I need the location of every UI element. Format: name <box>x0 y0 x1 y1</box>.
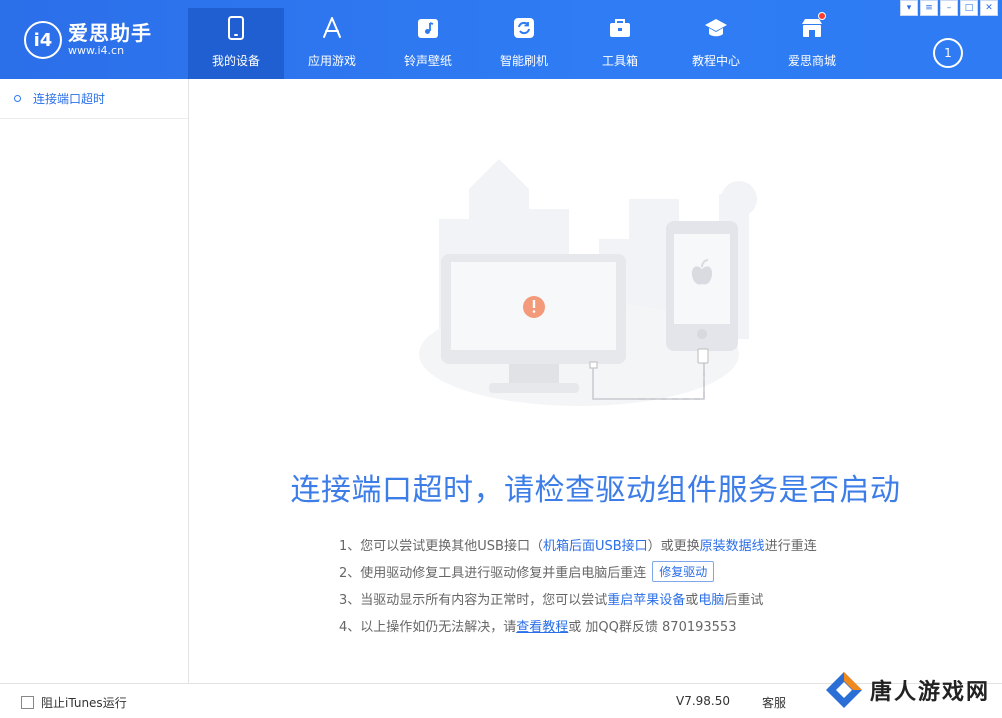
app-window: i4 爱思助手 www.i4.cn 我的设备 应用游戏 铃声壁纸 智能刷机 工具… <box>0 0 1002 718</box>
nav-shop[interactable]: 爱思商城 <box>764 8 860 79</box>
app-store-icon <box>320 16 344 40</box>
step-2: 2、使用驱动修复工具进行驱动修复并重启电脑后重连 修复驱动 <box>339 558 959 585</box>
restart-computer-link[interactable]: 电脑 <box>698 589 724 608</box>
download-count-badge[interactable]: 1 <box>933 38 963 68</box>
checkbox-icon[interactable] <box>21 696 34 709</box>
original-cable-link[interactable]: 原装数据线 <box>700 535 765 554</box>
app-logo: i4 爱思助手 www.i4.cn <box>24 18 152 62</box>
graduation-cap-icon <box>704 16 728 40</box>
nav-ringtones-wallpapers[interactable]: 铃声壁纸 <box>380 8 476 79</box>
step-1: 1、您可以尝试更换其他USB接口（ 机箱后面USB接口 ）或更换 原装数据线 进… <box>339 531 959 558</box>
close-button[interactable]: ✕ <box>980 0 998 16</box>
step-4: 4、以上操作如仍无法解决，请 查看教程 或 加QQ群反馈 870193553 <box>339 612 959 639</box>
window-controls: ▾ ≡ – □ ✕ <box>900 0 998 16</box>
watermark-logo-icon <box>826 672 862 708</box>
logo-icon: i4 <box>24 21 62 59</box>
nav-tutorial-center[interactable]: 教程中心 <box>668 8 764 79</box>
app-url: www.i4.cn <box>68 44 125 57</box>
main-content: 连接端口超时，请检查驱动组件服务是否启动 1、您可以尝试更换其他USB接口（ 机… <box>189 79 1002 683</box>
block-itunes-label: 阻止iTunes运行 <box>41 696 127 710</box>
watermark-text: 唐人游戏网 <box>870 680 991 705</box>
skin-button[interactable]: ▾ <box>900 0 918 16</box>
block-itunes-checkbox[interactable]: 阻止iTunes运行 <box>21 694 127 711</box>
phone-icon <box>224 16 248 40</box>
sidebar-item-connection-timeout[interactable]: 连接端口超时 <box>0 79 188 119</box>
top-navigation-bar: i4 爱思助手 www.i4.cn 我的设备 应用游戏 铃声壁纸 智能刷机 工具… <box>0 0 1002 79</box>
connection-illustration <box>419 159 757 406</box>
toolbox-icon <box>608 16 632 40</box>
nav-toolbox[interactable]: 工具箱 <box>572 8 668 79</box>
repair-driver-button[interactable]: 修复驱动 <box>652 561 715 582</box>
iphone-icon <box>666 221 738 351</box>
maximize-button[interactable]: □ <box>960 0 978 16</box>
nav-smart-flash[interactable]: 智能刷机 <box>476 8 572 79</box>
error-headline: 连接端口超时，请检查驱动组件服务是否启动 <box>290 473 901 508</box>
restart-device-link[interactable]: 重启苹果设备 <box>607 589 685 608</box>
notification-dot <box>818 12 826 20</box>
main-nav: 我的设备 应用游戏 铃声壁纸 智能刷机 工具箱 教程中心 爱思商城 <box>188 8 860 79</box>
shop-icon <box>800 12 826 40</box>
step-3: 3、当驱动显示所有内容为正常时，您可以尝试 重启苹果设备 或 电脑 后重试 <box>339 585 959 612</box>
refresh-icon <box>512 16 536 40</box>
music-icon <box>416 16 440 40</box>
nav-my-device[interactable]: 我的设备 <box>188 8 284 79</box>
minimize-button[interactable]: – <box>940 0 958 16</box>
app-title: 爱思助手 <box>68 21 152 45</box>
troubleshoot-steps: 1、您可以尝试更换其他USB接口（ 机箱后面USB接口 ）或更换 原装数据线 进… <box>339 531 959 639</box>
version-label: V7.98.50 <box>676 694 731 708</box>
view-tutorial-link[interactable]: 查看教程 <box>516 616 568 635</box>
customer-service-link[interactable]: 客服 <box>762 694 786 711</box>
menu-button[interactable]: ≡ <box>920 0 938 16</box>
bullet-icon <box>14 95 21 102</box>
sidebar-item-label: 连接端口超时 <box>33 92 106 106</box>
sidebar: 连接端口超时 <box>0 79 189 683</box>
watermark: 唐人游戏网 <box>824 670 990 710</box>
nav-apps-games[interactable]: 应用游戏 <box>284 8 380 79</box>
rear-usb-link[interactable]: 机箱后面USB接口 <box>543 535 648 554</box>
